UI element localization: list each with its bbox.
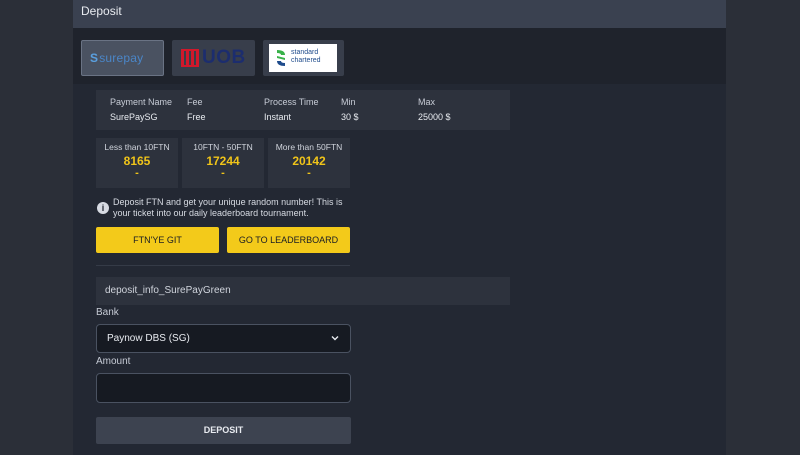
divider: [96, 265, 350, 266]
payment-info-table: Payment Name SurePaySG Fee Free Process …: [96, 90, 510, 130]
panel-title: Deposit: [81, 4, 122, 18]
bank-label: Bank: [96, 307, 119, 318]
tier-card: More than 50FTN 20142 -: [268, 138, 350, 188]
surepay-mark-icon: S: [90, 51, 99, 65]
payment-methods-bar: Ssurepay UOB standard chartered: [73, 28, 726, 84]
deposit-info-label: deposit_info_SurePayGreen: [96, 277, 510, 305]
chevron-down-icon: [331, 336, 339, 341]
leaderboard-notice: Deposit FTN and get your unique random n…: [113, 197, 343, 218]
standard-chartered-text: standard chartered: [291, 49, 321, 64]
tier-card: 10FTN - 50FTN 17244 -: [182, 138, 264, 188]
panel-header: Deposit: [73, 0, 726, 28]
tier-card: Less than 10FTN 8165 -: [96, 138, 178, 188]
go-to-leaderboard-button[interactable]: GO TO LEADERBOARD: [227, 227, 350, 253]
deposit-button[interactable]: DEPOSIT: [96, 417, 351, 444]
amount-label: Amount: [96, 356, 131, 367]
page-background-right: [726, 0, 800, 455]
uob-logo-text: UOB: [202, 47, 246, 68]
amount-input[interactable]: [96, 373, 351, 403]
bank-select-value: Paynow DBS (SG): [107, 333, 190, 344]
ftn-button[interactable]: FTN'YE GIT: [96, 227, 219, 253]
deposit-panel: Deposit Ssurepay UOB standard chartered …: [73, 0, 726, 455]
method-uob[interactable]: UOB: [172, 40, 255, 76]
method-surepay[interactable]: Ssurepay: [81, 40, 164, 76]
page-background-left: [0, 0, 73, 455]
surepay-logo-text: surepay: [99, 51, 144, 65]
standard-chartered-mark-icon: [277, 50, 285, 66]
surepay-logo: Ssurepay: [90, 51, 143, 65]
uob-flag-icon: [181, 49, 199, 67]
method-standard-chartered[interactable]: standard chartered: [263, 40, 344, 76]
bank-select[interactable]: Paynow DBS (SG): [96, 324, 351, 353]
info-icon: i: [97, 202, 109, 214]
standard-chartered-logo: standard chartered: [269, 44, 337, 72]
